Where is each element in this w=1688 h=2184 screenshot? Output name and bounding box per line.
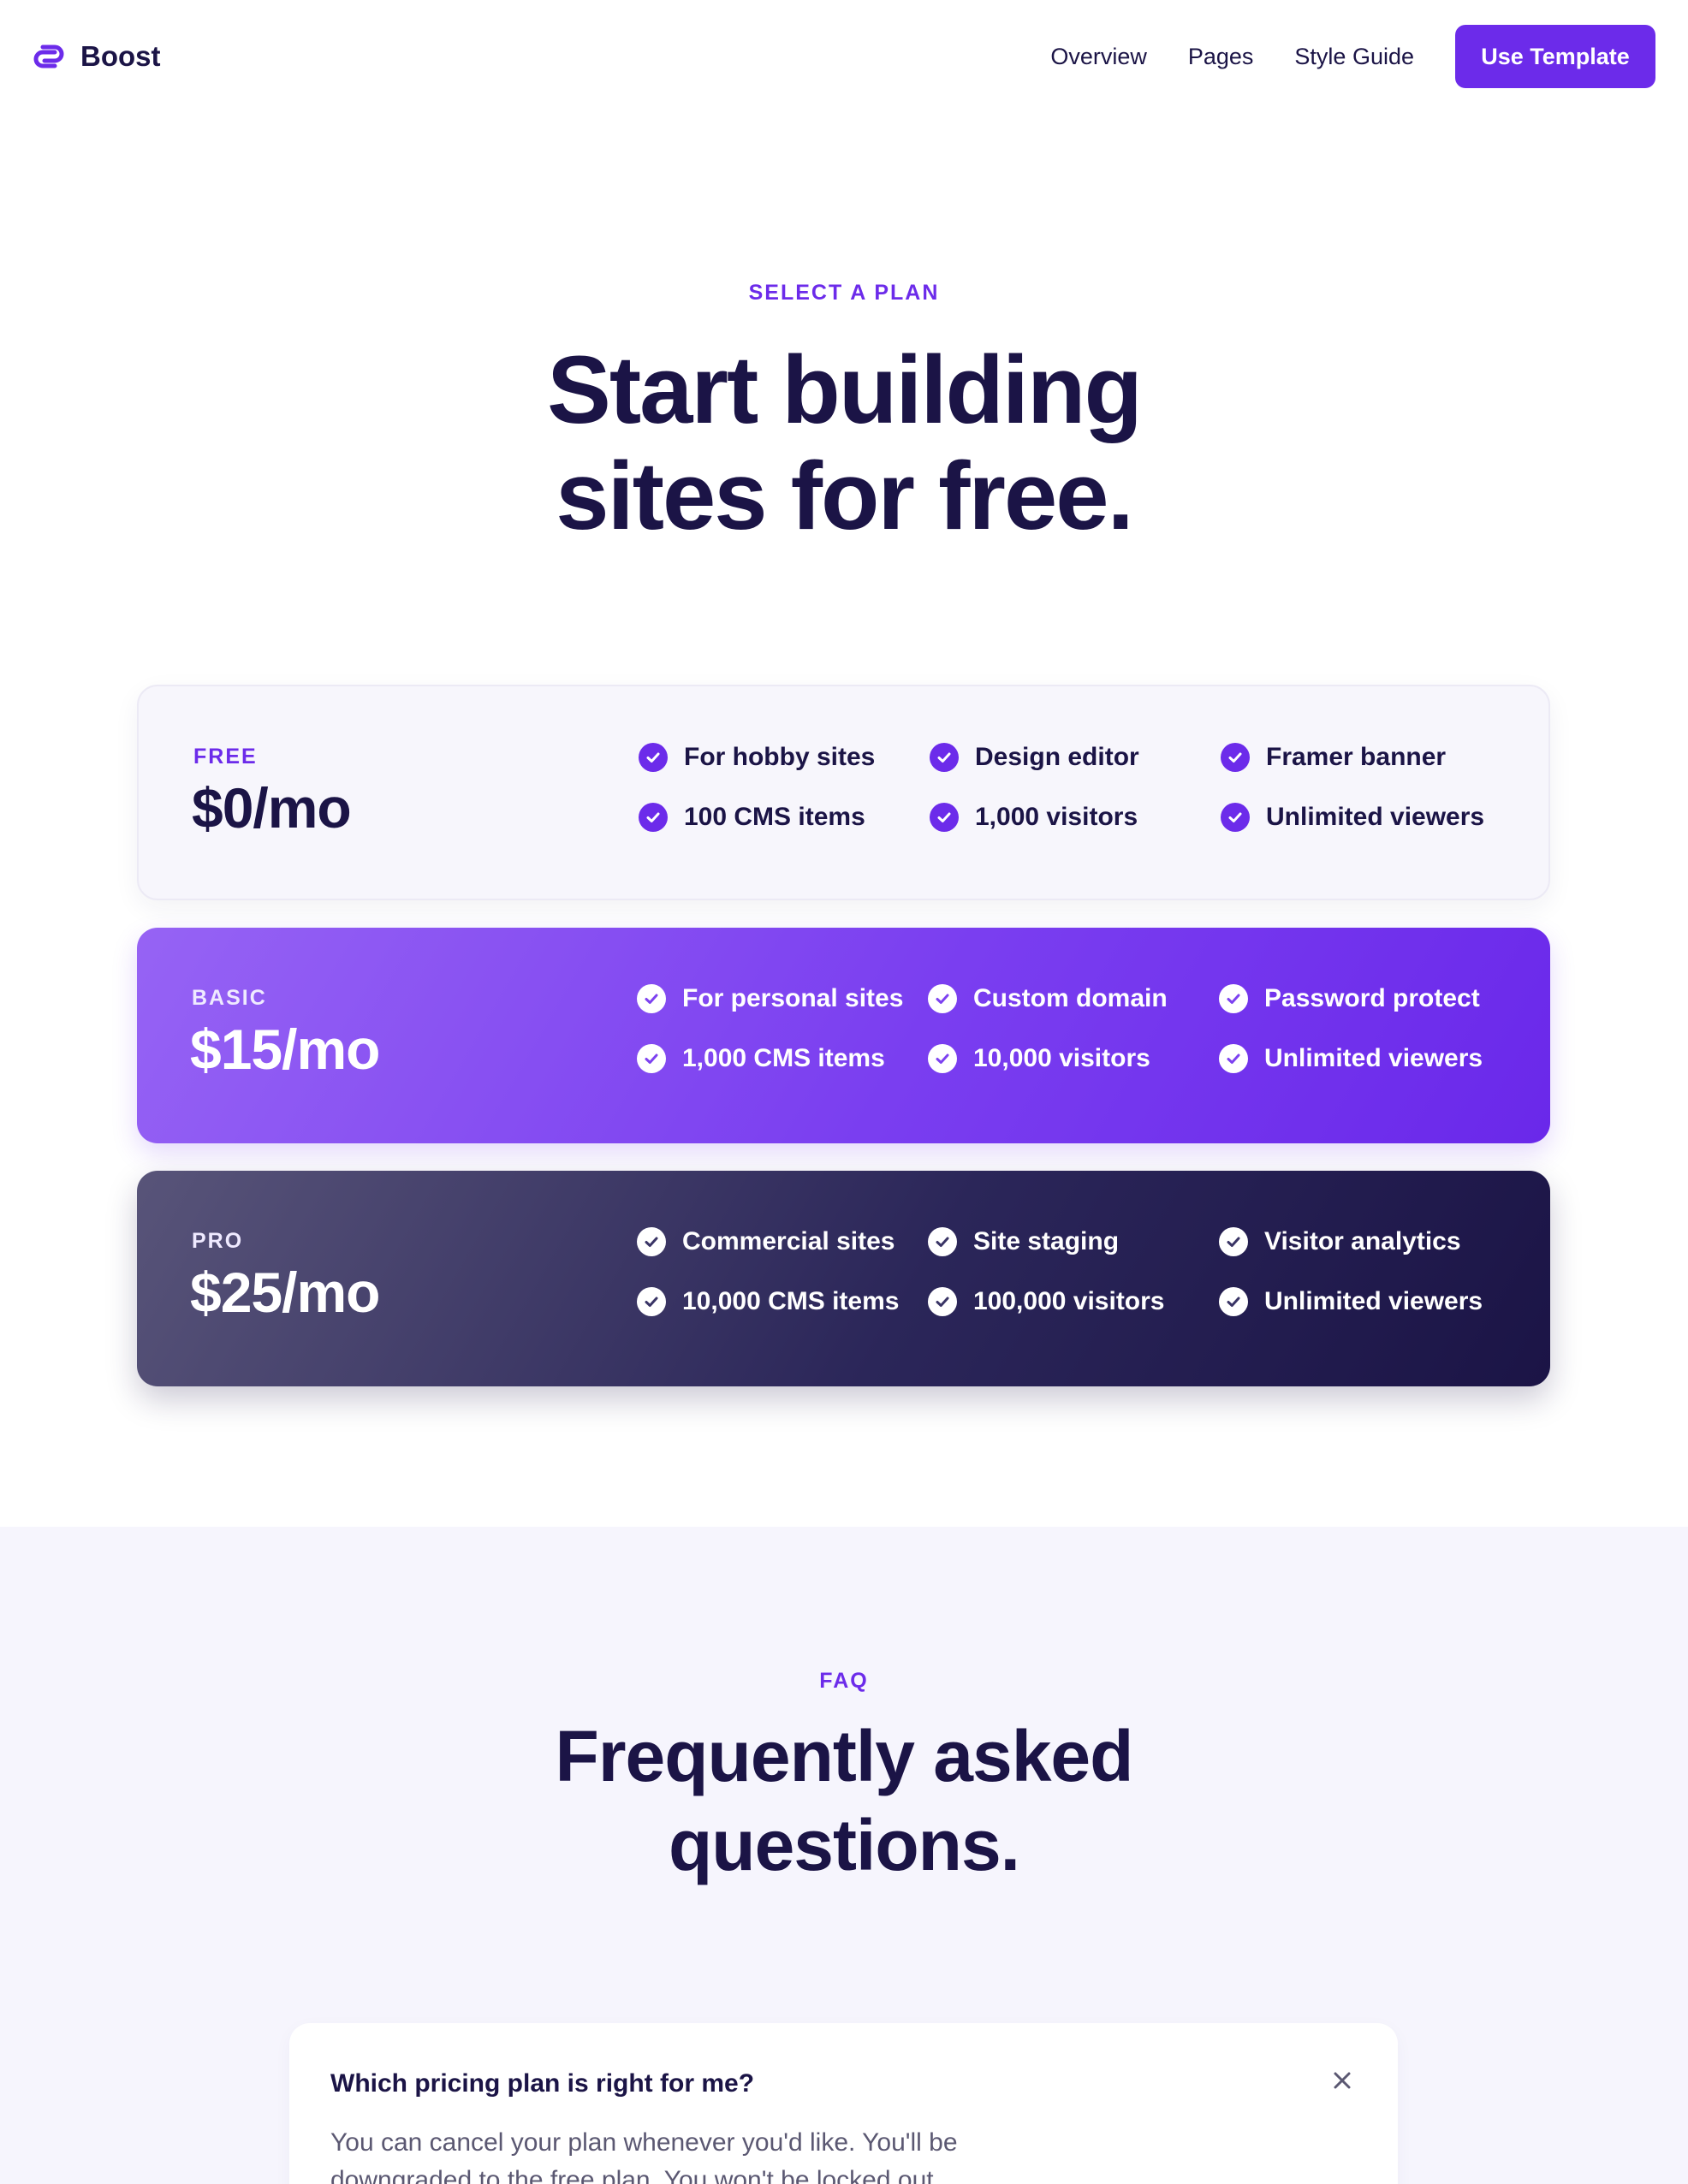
brand[interactable]: Boost	[33, 40, 161, 73]
check-circle-icon	[1219, 1044, 1248, 1073]
plan-feature-label: For hobby sites	[684, 743, 876, 771]
plan-feature-label: For personal sites	[682, 984, 904, 1012]
check-circle-icon	[637, 1227, 666, 1256]
nav-link-pages[interactable]: Pages	[1188, 44, 1254, 70]
plan-feature-label: Visitor analytics	[1264, 1227, 1461, 1255]
plan-feature: Site staging	[928, 1227, 1119, 1256]
plan-feature: 100,000 visitors	[928, 1287, 1165, 1316]
check-circle-icon	[637, 1044, 666, 1073]
plan-price: $15/mo	[190, 1018, 380, 1081]
plan-feature-label: 10,000 visitors	[973, 1044, 1150, 1072]
use-template-button[interactable]: Use Template	[1455, 25, 1655, 88]
check-circle-icon	[1219, 1287, 1248, 1316]
check-circle-icon	[637, 1287, 666, 1316]
plan-feature: 1,000 CMS items	[637, 1044, 885, 1073]
plan-feature-label: Custom domain	[973, 984, 1168, 1012]
check-circle-icon	[1219, 984, 1248, 1013]
plan-feature: Password protect	[1219, 984, 1480, 1013]
plan-feature-label: Unlimited viewers	[1264, 1044, 1483, 1072]
faq-title-line: questions.	[668, 1805, 1020, 1885]
plan-feature-label: Unlimited viewers	[1264, 1287, 1483, 1315]
plan-feature: Design editor	[930, 743, 1139, 772]
plan-price: $0/mo	[192, 776, 352, 840]
check-circle-icon	[1219, 1227, 1248, 1256]
hero-title-line: Start building	[547, 336, 1143, 443]
plan-feature-label: Password protect	[1264, 984, 1480, 1012]
check-circle-icon	[928, 1227, 957, 1256]
plan-feature: 100 CMS items	[639, 803, 865, 832]
plan-feature: Visitor analytics	[1219, 1227, 1461, 1256]
hero-title: Start building sites for free.	[0, 337, 1688, 549]
close-icon[interactable]	[1329, 2068, 1355, 2093]
brand-name: Boost	[80, 40, 161, 72]
faq-title-line: Frequently asked	[555, 1716, 1134, 1796]
faq-answer: You can cancel your plan whenever you'd …	[330, 2128, 958, 2184]
check-circle-icon	[639, 803, 668, 832]
check-circle-icon	[639, 743, 668, 772]
plan-feature-label: 100,000 visitors	[973, 1287, 1165, 1315]
hero-title-line: sites for free.	[556, 442, 1133, 549]
check-circle-icon	[930, 803, 959, 832]
check-circle-icon	[1221, 743, 1250, 772]
plan-feature: Unlimited viewers	[1219, 1287, 1483, 1316]
plan-card-pro[interactable]: PRO $25/mo Commercial sites Site staging…	[137, 1171, 1550, 1386]
plan-feature-label: Design editor	[975, 743, 1139, 771]
plan-feature-label: 100 CMS items	[684, 803, 865, 831]
plan-feature-label: Framer banner	[1266, 743, 1447, 771]
plan-feature-label: Site staging	[973, 1227, 1120, 1255]
plan-feature: Unlimited viewers	[1219, 1044, 1483, 1073]
plan-tier: BASIC	[192, 986, 267, 1010]
check-circle-icon	[930, 743, 959, 772]
plan-feature: Commercial sites	[637, 1227, 895, 1256]
boost-logo-icon	[33, 45, 64, 68]
check-circle-icon	[928, 984, 957, 1013]
faq-eyebrow: FAQ	[819, 1669, 869, 1693]
plan-feature-label: 1,000 CMS items	[682, 1044, 885, 1072]
plan-feature: For hobby sites	[639, 743, 875, 772]
plan-feature: Unlimited viewers	[1221, 803, 1484, 832]
nav-link-style-guide[interactable]: Style Guide	[1294, 44, 1414, 70]
plan-card-free[interactable]: FREE $0/mo For hobby sites Design editor…	[137, 685, 1550, 900]
check-circle-icon	[928, 1287, 957, 1316]
check-circle-icon	[928, 1044, 957, 1073]
plan-feature: 1,000 visitors	[930, 803, 1138, 832]
plan-feature: 10,000 CMS items	[637, 1287, 899, 1316]
plan-feature-label: 10,000 CMS items	[682, 1287, 900, 1315]
plan-tier: PRO	[192, 1229, 244, 1253]
plan-feature: Framer banner	[1221, 743, 1446, 772]
plan-feature-label: Commercial sites	[682, 1227, 895, 1255]
plan-feature: 10,000 visitors	[928, 1044, 1150, 1073]
faq-title: Frequently asked questions.	[0, 1712, 1688, 1890]
plan-price: $25/mo	[190, 1261, 380, 1324]
plan-feature: Custom domain	[928, 984, 1168, 1013]
plan-eyebrow: SELECT A PLAN	[748, 281, 940, 305]
check-circle-icon	[637, 984, 666, 1013]
plan-feature-label: Unlimited viewers	[1266, 803, 1485, 831]
top-nav: Boost Overview Pages Style Guide Use Tem…	[0, 0, 1688, 113]
plan-card-basic[interactable]: BASIC $15/mo For personal sites Custom d…	[137, 928, 1550, 1143]
plan-feature-label: 1,000 visitors	[975, 803, 1138, 831]
nav-links: Overview Pages Style Guide Use Template	[1050, 25, 1655, 88]
faq-item[interactable]: Which pricing plan is right for me? You …	[289, 2023, 1398, 2184]
plan-feature: For personal sites	[637, 984, 903, 1013]
nav-link-overview[interactable]: Overview	[1050, 44, 1147, 70]
plan-tier: FREE	[193, 745, 258, 769]
check-circle-icon	[1221, 803, 1250, 832]
faq-question[interactable]: Which pricing plan is right for me?	[330, 2069, 754, 2098]
